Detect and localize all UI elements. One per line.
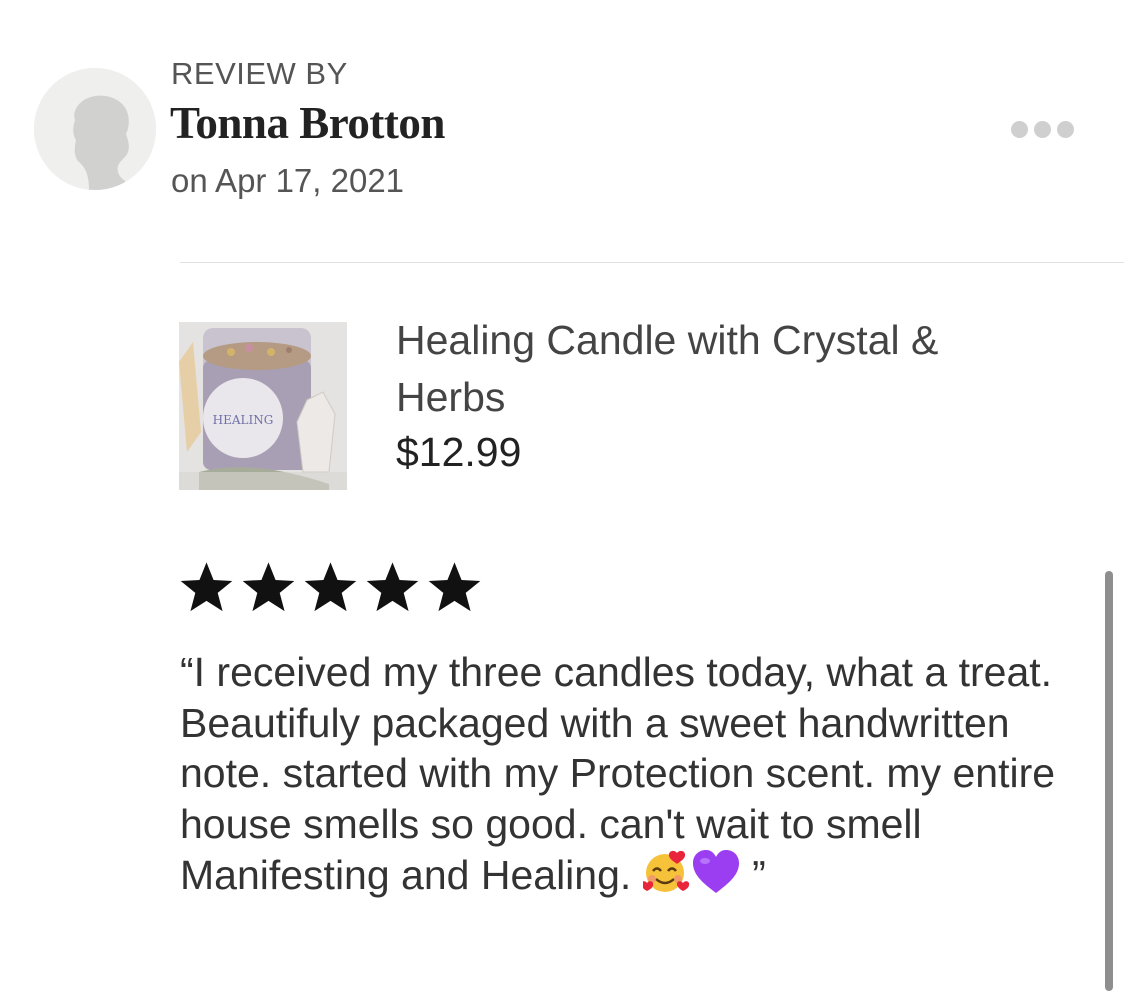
star-icon (304, 562, 357, 612)
more-horizontal-icon-dot-1 (1010, 120, 1028, 138)
candle-label-text: HEALING (213, 413, 274, 427)
star-rating (177, 560, 484, 616)
user-silhouette-icon (34, 68, 156, 190)
star-icon (242, 562, 295, 612)
review-by-label: REVIEW BY (171, 56, 348, 91)
more-options-button[interactable] (1000, 112, 1084, 146)
smiling-face-with-hearts-icon (640, 849, 691, 907)
review-closing-quote: ” (740, 852, 766, 898)
product-price: $12.99 (396, 429, 522, 475)
product-title-link[interactable]: Healing Candle with Crystal & Herbs (396, 312, 1036, 426)
avatar[interactable] (34, 68, 156, 190)
product-thumbnail[interactable]: HEALING (179, 322, 347, 490)
star-icon (180, 562, 233, 612)
more-horizontal-icon-dot-3 (1056, 120, 1074, 138)
review-text: “I received my three candles today, what… (180, 647, 1080, 907)
scrollbar[interactable] (1105, 571, 1113, 991)
more-horizontal-icon-dot-2 (1033, 120, 1051, 138)
star-icon (428, 562, 481, 612)
review-date: on Apr 17, 2021 (171, 162, 405, 199)
review-body: “I received my three candles today, what… (180, 649, 1067, 898)
reviewer-name[interactable]: Tonna Brotton (170, 97, 445, 149)
purple-heart-icon (691, 849, 741, 907)
star-icon (366, 562, 419, 612)
candle-jar-image: HEALING (179, 322, 347, 490)
section-divider (180, 262, 1124, 263)
